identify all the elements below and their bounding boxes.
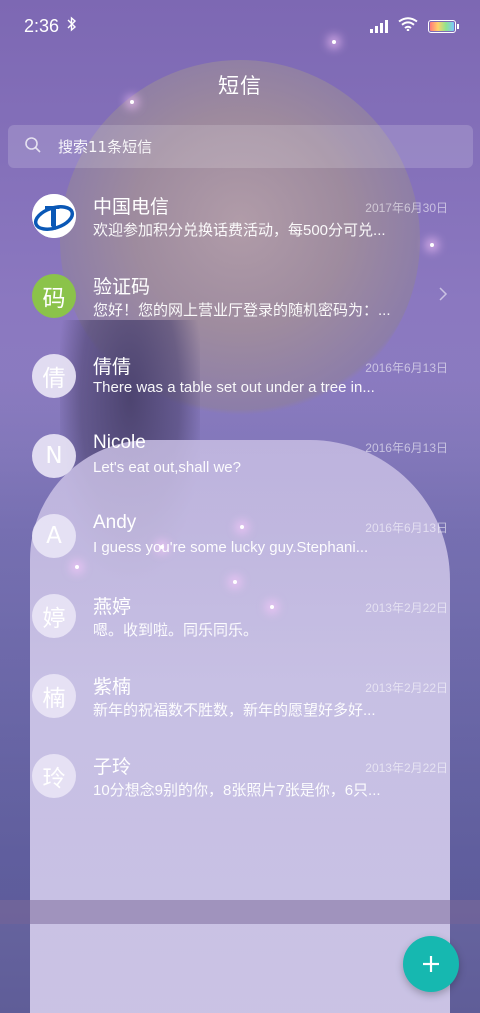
conversation-list: 中国电信 2017年6月30日 欢迎参加积分兑换话费活动，每500分可兑... … <box>0 178 480 818</box>
status-time: 2:36 <box>24 15 60 36</box>
contact-name: 倩倩 <box>93 357 132 378</box>
message-date: 2016年6月13日 <box>365 441 448 455</box>
message-preview: 您好！您的网上营业厅登录的随机密码为：... <box>93 302 391 319</box>
message-preview: 10分想念9别的你，8张照片7张是你，6只... <box>93 782 381 799</box>
message-date: 2016年6月13日 <box>365 521 448 535</box>
search-bar[interactable]: 搜索11条短信 <box>8 125 473 168</box>
conversation-row[interactable]: N Nicole 2016年6月13日 Let's eat out,shall … <box>0 418 480 498</box>
battery-icon <box>428 19 459 33</box>
avatar: 倩 <box>32 354 76 398</box>
contact-name: Nicole <box>93 432 146 453</box>
avatar: N <box>32 434 76 478</box>
contact-name: 燕婷 <box>93 597 132 618</box>
message-date: 2013年2月22日 <box>365 681 448 695</box>
message-date: 2017年6月30日 <box>365 201 448 215</box>
status-bar: 2:36 <box>0 0 480 52</box>
message-preview: 新年的祝福数不胜数，新年的愿望好多好... <box>93 702 376 719</box>
contact-name: 子玲 <box>93 757 132 778</box>
bluetooth-icon <box>67 16 77 36</box>
message-date: 2013年2月22日 <box>365 761 448 775</box>
search-input[interactable]: 搜索11条短信 <box>58 136 152 157</box>
message-preview: Let's eat out,shall we? <box>93 459 241 476</box>
chevron-right-icon <box>438 286 448 301</box>
message-preview: 欢迎参加积分兑换话费活动，每500分可兑... <box>93 222 386 239</box>
contact-name: 中国电信 <box>93 197 170 218</box>
avatar: A <box>32 514 76 558</box>
conversation-row[interactable]: 婷 燕婷 2013年2月22日 嗯。收到啦。同乐同乐。 <box>0 578 480 658</box>
conversation-row[interactable]: 楠 紫楠 2013年2月22日 新年的祝福数不胜数，新年的愿望好多好... <box>0 658 480 738</box>
message-preview: There was a table set out under a tree i… <box>93 379 375 396</box>
page-title: 短信 <box>218 74 262 98</box>
conversation-row[interactable]: 码 验证码 您好！您的网上营业厅登录的随机密码为：... <box>0 258 480 338</box>
conversation-row[interactable]: 中国电信 2017年6月30日 欢迎参加积分兑换话费活动，每500分可兑... <box>0 178 480 258</box>
wifi-icon <box>398 16 418 36</box>
contact-name: Andy <box>93 512 137 533</box>
conversation-row[interactable]: A Andy 2016年6月13日 I guess you're some lu… <box>0 498 480 578</box>
china-telecom-logo-icon <box>32 194 76 238</box>
message-preview: I guess you're some lucky guy.Stephani..… <box>93 539 369 556</box>
contact-name: 紫楠 <box>93 677 132 698</box>
avatar: 婷 <box>32 594 76 638</box>
compose-button[interactable] <box>403 936 459 992</box>
message-preview: 嗯。收到啦。同乐同乐。 <box>93 622 259 639</box>
contact-name: 验证码 <box>93 277 151 298</box>
message-date: 2013年2月22日 <box>365 601 448 615</box>
cellular-signal-icon <box>370 19 388 33</box>
conversation-row[interactable]: 玲 子玲 2013年2月22日 10分想念9别的你，8张照片7张是你，6只... <box>0 738 480 818</box>
avatar: 码 <box>32 274 76 318</box>
search-icon <box>24 136 42 158</box>
conversation-row[interactable]: 倩 倩倩 2016年6月13日 There was a table set ou… <box>0 338 480 418</box>
message-date: 2016年6月13日 <box>365 361 448 375</box>
plus-icon <box>423 956 439 972</box>
avatar: 玲 <box>32 754 76 798</box>
avatar: 楠 <box>32 674 76 718</box>
